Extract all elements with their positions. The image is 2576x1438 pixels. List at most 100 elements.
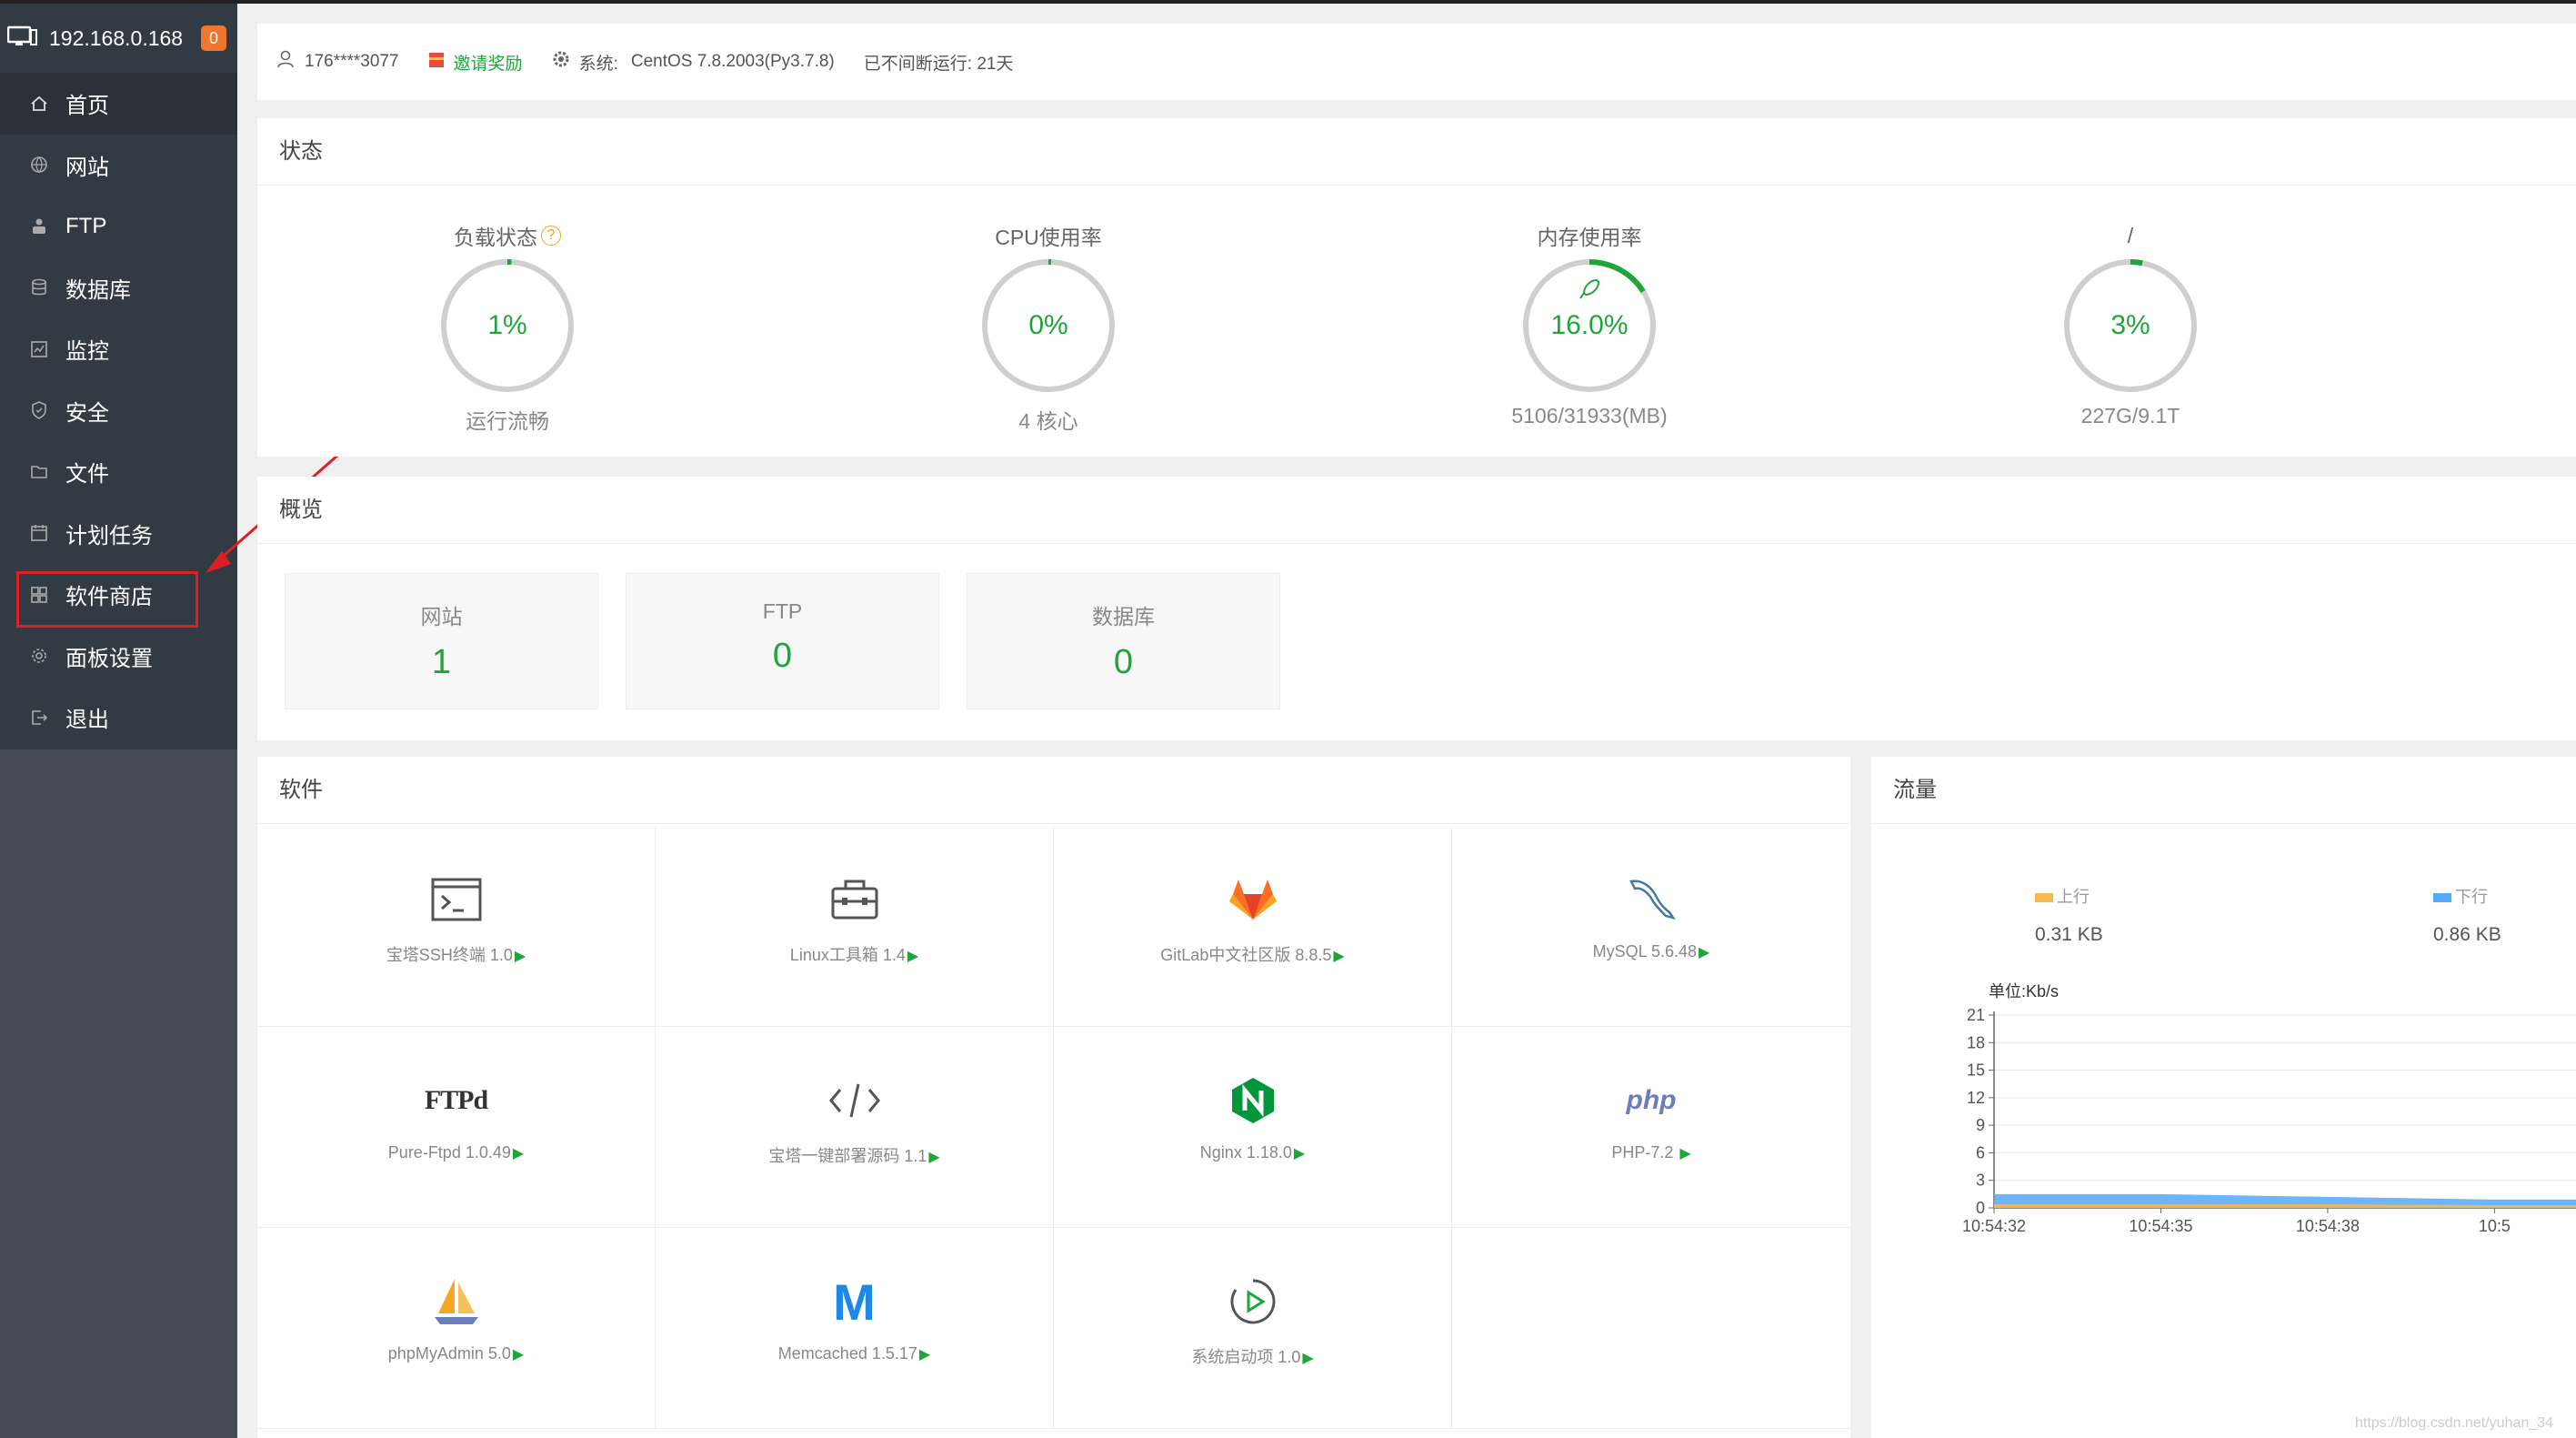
- legend-download[interactable]: 下行 0.86 KB: [2433, 884, 2501, 946]
- ftp-icon: [29, 216, 49, 236]
- software-item-linux-toolbox[interactable]: Linux工具箱 1.4 ▶: [656, 826, 1054, 1027]
- user-account: 176****3077: [305, 52, 399, 71]
- software-item-php[interactable]: php PHP-7.2 ▶: [1452, 1027, 1850, 1228]
- y-tick-label: 15: [1967, 1061, 1985, 1080]
- gear-icon: [552, 50, 579, 74]
- play-icon: ▶: [1333, 949, 1345, 964]
- chart-unit: 单位:Kb/s: [1989, 982, 2060, 1001]
- system-info: 系统: CentOS 7.8.2003(Py3.7.8): [552, 50, 835, 75]
- overview-databases[interactable]: 数据库 0: [967, 573, 1280, 709]
- watermark: https://blog.csdn.net/yuhan_34: [2355, 1415, 2553, 1431]
- nginx-icon: [1221, 1069, 1285, 1132]
- disk-gauge[interactable]: / 3% 227G/9.1T: [1994, 220, 2267, 428]
- software-name: phpMyAdmin 5.0 ▶: [387, 1344, 525, 1363]
- traffic-panel: 流量 上行 0.31 KB 下行 0.86 KB 单位:Kb/s 0 3 6 9 12 1…: [1871, 757, 2576, 1438]
- software-item-phpmyadmin[interactable]: phpMyAdmin 5.0 ▶: [257, 1228, 656, 1429]
- overview-label: FTP: [762, 599, 803, 623]
- overview-value: 0: [1113, 643, 1134, 681]
- traffic-chart: 0 3 6 9 12 15 18 21 10:54:32 10:54:35 10:54:38 10:5: [1962, 1006, 2576, 1235]
- legend-upload[interactable]: 上行 0.31 KB: [2035, 884, 2103, 946]
- globe-icon: [29, 155, 49, 175]
- play-icon: ▶: [928, 1150, 940, 1165]
- gauge-title: 内存使用率: [1537, 226, 1642, 249]
- sidebar-header[interactable]: 192.168.0.168 0: [0, 4, 237, 73]
- gauge-subtitle: 4 核心: [1018, 409, 1078, 433]
- sidebar-item-settings[interactable]: 面板设置: [0, 626, 237, 688]
- sidebar-item-website[interactable]: 网站: [0, 135, 237, 196]
- gauge-title: CPU使用率: [995, 226, 1102, 249]
- mysql-icon: [1619, 868, 1683, 931]
- software-name: 宝塔SSH终端 1.0 ▶: [386, 946, 526, 964]
- message-badge[interactable]: 0: [201, 25, 226, 51]
- software-item-gitlab[interactable]: GitLab中文社区版 8.8.5 ▶: [1054, 826, 1452, 1027]
- y-tick-label: 12: [1967, 1089, 1985, 1107]
- x-tick-label: 10:54:38: [2296, 1217, 2360, 1235]
- sidebar-item-label: 文件: [65, 462, 109, 488]
- upload-value: 0.31 KB: [2035, 924, 2103, 945]
- load-gauge[interactable]: 负载状态 ? 1% 运行流畅: [371, 220, 644, 435]
- software-name: Linux工具箱 1.4 ▶: [789, 946, 919, 964]
- gauge-title: 负载状态 ?: [371, 220, 644, 251]
- sidebar-item-database[interactable]: 数据库: [0, 257, 237, 319]
- overview-ftp[interactable]: FTP 0: [626, 573, 939, 709]
- software-name: PHP-7.2 ▶: [1611, 1143, 1691, 1161]
- software-item-pure-ftpd[interactable]: FTPd Pure-Ftpd 1.0.49 ▶: [257, 1027, 656, 1228]
- cpu-gauge[interactable]: CPU使用率 0% 4 核心: [912, 220, 1185, 435]
- system-label: 系统:: [578, 54, 618, 74]
- sidebar-item-security[interactable]: 安全: [0, 380, 237, 442]
- sidebar-menu: 首页 网站 FTP 数据库 监控 安全 文件 计划任务 软件商店 面板设置 退出: [0, 73, 237, 749]
- overview-websites[interactable]: 网站 1: [285, 573, 598, 709]
- sidebar: 192.168.0.168 0 首页 网站 FTP 数据库 监控 安全 文件 计…: [0, 4, 237, 1438]
- terminal-icon: [425, 868, 488, 931]
- memory-gauge[interactable]: 内存使用率 16.0% 5106/31933(MB): [1453, 220, 1726, 428]
- software-item-deploy[interactable]: 宝塔一键部署源码 1.1 ▶: [656, 1027, 1054, 1228]
- sidebar-item-home[interactable]: 首页: [0, 73, 237, 135]
- y-tick-label: 3: [1976, 1172, 1985, 1190]
- gear-icon: [29, 646, 49, 666]
- software-item-startup[interactable]: 系统启动项 1.0 ▶: [1054, 1228, 1452, 1429]
- y-tick-label: 6: [1976, 1143, 1985, 1161]
- sidebar-item-label: FTP: [65, 213, 107, 238]
- download-label: 下行: [2455, 888, 2488, 906]
- logout-icon: [29, 708, 49, 728]
- server-host: 192.168.0.168: [49, 25, 184, 50]
- play-icon: ▶: [907, 949, 919, 964]
- gauge-ring: 16.0%: [1520, 256, 1659, 395]
- y-tick-label: 18: [1967, 1033, 1985, 1051]
- download-value: 0.86 KB: [2433, 924, 2501, 945]
- overview-title: 概览: [257, 477, 2576, 544]
- sidebar-item-label: 安全: [65, 400, 109, 426]
- sidebar-item-cron[interactable]: 计划任务: [0, 503, 237, 565]
- status-title: 状态: [257, 118, 2576, 186]
- gauge-value: 1%: [487, 310, 527, 340]
- gauge-value: 16.0%: [1550, 310, 1629, 340]
- play-icon: ▶: [512, 1347, 525, 1363]
- sidebar-item-label: 数据库: [65, 277, 131, 303]
- gauge-ring: 0%: [979, 256, 1118, 395]
- software-item-mysql[interactable]: MySQL 5.6.48 ▶: [1452, 826, 1850, 1027]
- software-item-memcached[interactable]: M Memcached 1.5.17 ▶: [656, 1228, 1054, 1429]
- software-name: 系统启动项 1.0 ▶: [1191, 1348, 1314, 1366]
- gauge-subtitle: 运行流畅: [466, 409, 549, 433]
- sidebar-item-label: 退出: [65, 708, 109, 733]
- upload-label: 上行: [2057, 888, 2090, 906]
- user-icon: [276, 49, 305, 75]
- x-tick-label: 10:5: [2479, 1217, 2511, 1235]
- sidebar-item-logout[interactable]: 退出: [0, 687, 237, 749]
- gauge-subtitle: 5106/31933(MB): [1511, 404, 1668, 427]
- software-name: Memcached 1.5.17 ▶: [777, 1344, 931, 1363]
- download-swatch: [2433, 893, 2451, 902]
- sidebar-item-monitor[interactable]: 监控: [0, 318, 237, 380]
- upload-swatch: [2035, 893, 2053, 902]
- traffic-title: 流量: [1871, 757, 2576, 824]
- play-icon: ▶: [918, 1347, 931, 1363]
- system-value: CentOS 7.8.2003(Py3.7.8): [630, 52, 835, 71]
- user-info[interactable]: 176****3077: [276, 49, 399, 75]
- sidebar-item-ftp[interactable]: FTP: [0, 196, 237, 257]
- help-icon[interactable]: ?: [541, 226, 561, 246]
- software-item-nginx[interactable]: Nginx 1.18.0 ▶: [1054, 1027, 1452, 1228]
- sidebar-item-files[interactable]: 文件: [0, 441, 237, 503]
- php-icon: php: [1626, 1085, 1677, 1115]
- software-item-ssh[interactable]: 宝塔SSH终端 1.0 ▶: [257, 826, 656, 1027]
- invite-reward-link[interactable]: 邀请奖励: [428, 49, 523, 75]
